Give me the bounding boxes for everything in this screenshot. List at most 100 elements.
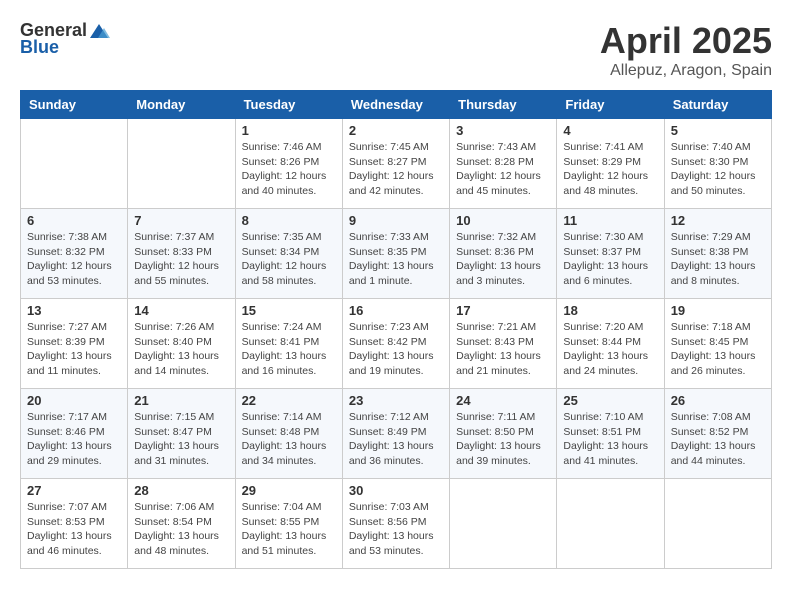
calendar-cell: 27Sunrise: 7:07 AM Sunset: 8:53 PM Dayli… <box>21 479 128 569</box>
location-text: Allepuz, Aragon, Spain <box>600 62 772 80</box>
calendar-cell <box>664 479 771 569</box>
day-detail: Sunrise: 7:06 AM Sunset: 8:54 PM Dayligh… <box>134 500 228 559</box>
calendar-cell: 24 Sunrise: 7:11 AM Sunset: 8:50 PM Dayli… <box>450 389 557 479</box>
day-detail: Sunrise: 7:46 AM Sunset: 8:26 PM Dayligh… <box>242 140 336 199</box>
calendar-dow-tuesday: Tuesday <box>235 91 342 119</box>
calendar-cell: 10Sunrise: 7:32 AM Sunset: 8:36 PM Dayli… <box>450 209 557 299</box>
calendar-cell: 18 Sunrise: 7:20 AM Sunset: 8:44 PM Dayli… <box>557 299 664 389</box>
day-number: 4 <box>563 123 657 138</box>
calendar-cell: 9 Sunrise: 7:33 AM Sunset: 8:35 PM Daylig… <box>342 209 449 299</box>
day-number: 16 <box>349 303 443 318</box>
calendar-cell: 19 Sunrise: 7:18 AM Sunset: 8:45 PM Dayli… <box>664 299 771 389</box>
day-detail: Sunrise: 7:03 AM Sunset: 8:56 PM Dayligh… <box>349 500 443 559</box>
calendar-cell: 29Sunrise: 7:04 AM Sunset: 8:55 PM Dayli… <box>235 479 342 569</box>
day-detail: Sunrise: 7:32 AM Sunset: 8:36 PM Dayligh… <box>456 230 550 289</box>
calendar-week-1: 1 Sunrise: 7:46 AM Sunset: 8:26 PM Daylig… <box>21 119 772 209</box>
calendar-cell <box>450 479 557 569</box>
day-detail: Sunrise: 7:30 AM Sunset: 8:37 PM Dayligh… <box>563 230 657 289</box>
day-detail: Sunrise: 7:40 AM Sunset: 8:30 PM Dayligh… <box>671 140 765 199</box>
day-number: 24 <box>456 393 550 408</box>
day-detail: Sunrise: 7:35 AM Sunset: 8:34 PM Dayligh… <box>242 230 336 289</box>
calendar-cell: 15 Sunrise: 7:24 AM Sunset: 8:41 PM Dayli… <box>235 299 342 389</box>
day-detail: Sunrise: 7:07 AM Sunset: 8:53 PM Dayligh… <box>27 500 121 559</box>
day-detail: Sunrise: 7:41 AM Sunset: 8:29 PM Dayligh… <box>563 140 657 199</box>
calendar-cell <box>557 479 664 569</box>
day-number: 23 <box>349 393 443 408</box>
day-number: 30 <box>349 483 443 498</box>
calendar-cell <box>21 119 128 209</box>
day-number: 2 <box>349 123 443 138</box>
day-number: 22 <box>242 393 336 408</box>
day-number: 28 <box>134 483 228 498</box>
calendar-cell: 16 Sunrise: 7:23 AM Sunset: 8:42 PM Dayli… <box>342 299 449 389</box>
calendar-cell: 28 Sunrise: 7:06 AM Sunset: 8:54 PM Dayli… <box>128 479 235 569</box>
calendar-dow-wednesday: Wednesday <box>342 91 449 119</box>
day-number: 21 <box>134 393 228 408</box>
calendar-cell: 20 Sunrise: 7:17 AM Sunset: 8:46 PM Dayli… <box>21 389 128 479</box>
calendar-dow-sunday: Sunday <box>21 91 128 119</box>
day-detail: Sunrise: 7:45 AM Sunset: 8:27 PM Dayligh… <box>349 140 443 199</box>
calendar-cell: 14 Sunrise: 7:26 AM Sunset: 8:40 PM Dayli… <box>128 299 235 389</box>
calendar-week-3: 13 Sunrise: 7:27 AM Sunset: 8:39 PM Dayli… <box>21 299 772 389</box>
day-detail: Sunrise: 7:08 AM Sunset: 8:52 PM Dayligh… <box>671 410 765 469</box>
calendar-cell <box>128 119 235 209</box>
calendar-cell: 7 Sunrise: 7:37 AM Sunset: 8:33 PM Daylig… <box>128 209 235 299</box>
calendar-cell: 26 Sunrise: 7:08 AM Sunset: 8:52 PM Dayli… <box>664 389 771 479</box>
calendar-cell: 30 Sunrise: 7:03 AM Sunset: 8:56 PM Dayli… <box>342 479 449 569</box>
day-detail: Sunrise: 7:24 AM Sunset: 8:41 PM Dayligh… <box>242 320 336 379</box>
day-number: 5 <box>671 123 765 138</box>
day-number: 17 <box>456 303 550 318</box>
day-detail: Sunrise: 7:37 AM Sunset: 8:33 PM Dayligh… <box>134 230 228 289</box>
day-number: 14 <box>134 303 228 318</box>
calendar-dow-monday: Monday <box>128 91 235 119</box>
day-number: 13 <box>27 303 121 318</box>
day-detail: Sunrise: 7:21 AM Sunset: 8:43 PM Dayligh… <box>456 320 550 379</box>
day-detail: Sunrise: 7:17 AM Sunset: 8:46 PM Dayligh… <box>27 410 121 469</box>
day-number: 8 <box>242 213 336 228</box>
day-detail: Sunrise: 7:18 AM Sunset: 8:45 PM Dayligh… <box>671 320 765 379</box>
calendar-header-row: SundayMondayTuesdayWednesdayThursdayFrid… <box>21 91 772 119</box>
day-number: 18 <box>563 303 657 318</box>
day-detail: Sunrise: 7:26 AM Sunset: 8:40 PM Dayligh… <box>134 320 228 379</box>
calendar-cell: 2 Sunrise: 7:45 AM Sunset: 8:27 PM Daylig… <box>342 119 449 209</box>
calendar-cell: 17 Sunrise: 7:21 AM Sunset: 8:43 PM Dayli… <box>450 299 557 389</box>
day-number: 7 <box>134 213 228 228</box>
page-header: General Blue April 2025 Allepuz, Aragon,… <box>20 20 772 80</box>
day-number: 11 <box>563 213 657 228</box>
logo-blue-text: Blue <box>20 37 59 58</box>
day-detail: Sunrise: 7:29 AM Sunset: 8:38 PM Dayligh… <box>671 230 765 289</box>
day-number: 12 <box>671 213 765 228</box>
calendar-cell: 1 Sunrise: 7:46 AM Sunset: 8:26 PM Daylig… <box>235 119 342 209</box>
day-detail: Sunrise: 7:33 AM Sunset: 8:35 PM Dayligh… <box>349 230 443 289</box>
day-number: 25 <box>563 393 657 408</box>
day-detail: Sunrise: 7:14 AM Sunset: 8:48 PM Dayligh… <box>242 410 336 469</box>
day-detail: Sunrise: 7:23 AM Sunset: 8:42 PM Dayligh… <box>349 320 443 379</box>
day-number: 3 <box>456 123 550 138</box>
calendar-week-2: 6 Sunrise: 7:38 AM Sunset: 8:32 PM Daylig… <box>21 209 772 299</box>
calendar-cell: 21Sunrise: 7:15 AM Sunset: 8:47 PM Dayli… <box>128 389 235 479</box>
day-detail: Sunrise: 7:27 AM Sunset: 8:39 PM Dayligh… <box>27 320 121 379</box>
day-number: 9 <box>349 213 443 228</box>
title-block: April 2025 Allepuz, Aragon, Spain <box>600 20 772 80</box>
day-number: 1 <box>242 123 336 138</box>
day-number: 19 <box>671 303 765 318</box>
calendar-cell: 25 Sunrise: 7:10 AM Sunset: 8:51 PM Dayli… <box>557 389 664 479</box>
day-detail: Sunrise: 7:10 AM Sunset: 8:51 PM Dayligh… <box>563 410 657 469</box>
calendar-table: SundayMondayTuesdayWednesdayThursdayFrid… <box>20 90 772 569</box>
day-number: 26 <box>671 393 765 408</box>
day-detail: Sunrise: 7:38 AM Sunset: 8:32 PM Dayligh… <box>27 230 121 289</box>
logo: General Blue <box>20 20 110 58</box>
calendar-cell: 6 Sunrise: 7:38 AM Sunset: 8:32 PM Daylig… <box>21 209 128 299</box>
day-detail: Sunrise: 7:11 AM Sunset: 8:50 PM Dayligh… <box>456 410 550 469</box>
day-detail: Sunrise: 7:43 AM Sunset: 8:28 PM Dayligh… <box>456 140 550 199</box>
calendar-cell: 8 Sunrise: 7:35 AM Sunset: 8:34 PM Daylig… <box>235 209 342 299</box>
calendar-cell: 13 Sunrise: 7:27 AM Sunset: 8:39 PM Dayli… <box>21 299 128 389</box>
calendar-cell: 11 Sunrise: 7:30 AM Sunset: 8:37 PM Dayli… <box>557 209 664 299</box>
day-number: 20 <box>27 393 121 408</box>
day-number: 15 <box>242 303 336 318</box>
calendar-cell: 23Sunrise: 7:12 AM Sunset: 8:49 PM Dayli… <box>342 389 449 479</box>
calendar-cell: 3 Sunrise: 7:43 AM Sunset: 8:28 PM Daylig… <box>450 119 557 209</box>
day-detail: Sunrise: 7:20 AM Sunset: 8:44 PM Dayligh… <box>563 320 657 379</box>
month-title: April 2025 <box>600 20 772 62</box>
day-number: 6 <box>27 213 121 228</box>
